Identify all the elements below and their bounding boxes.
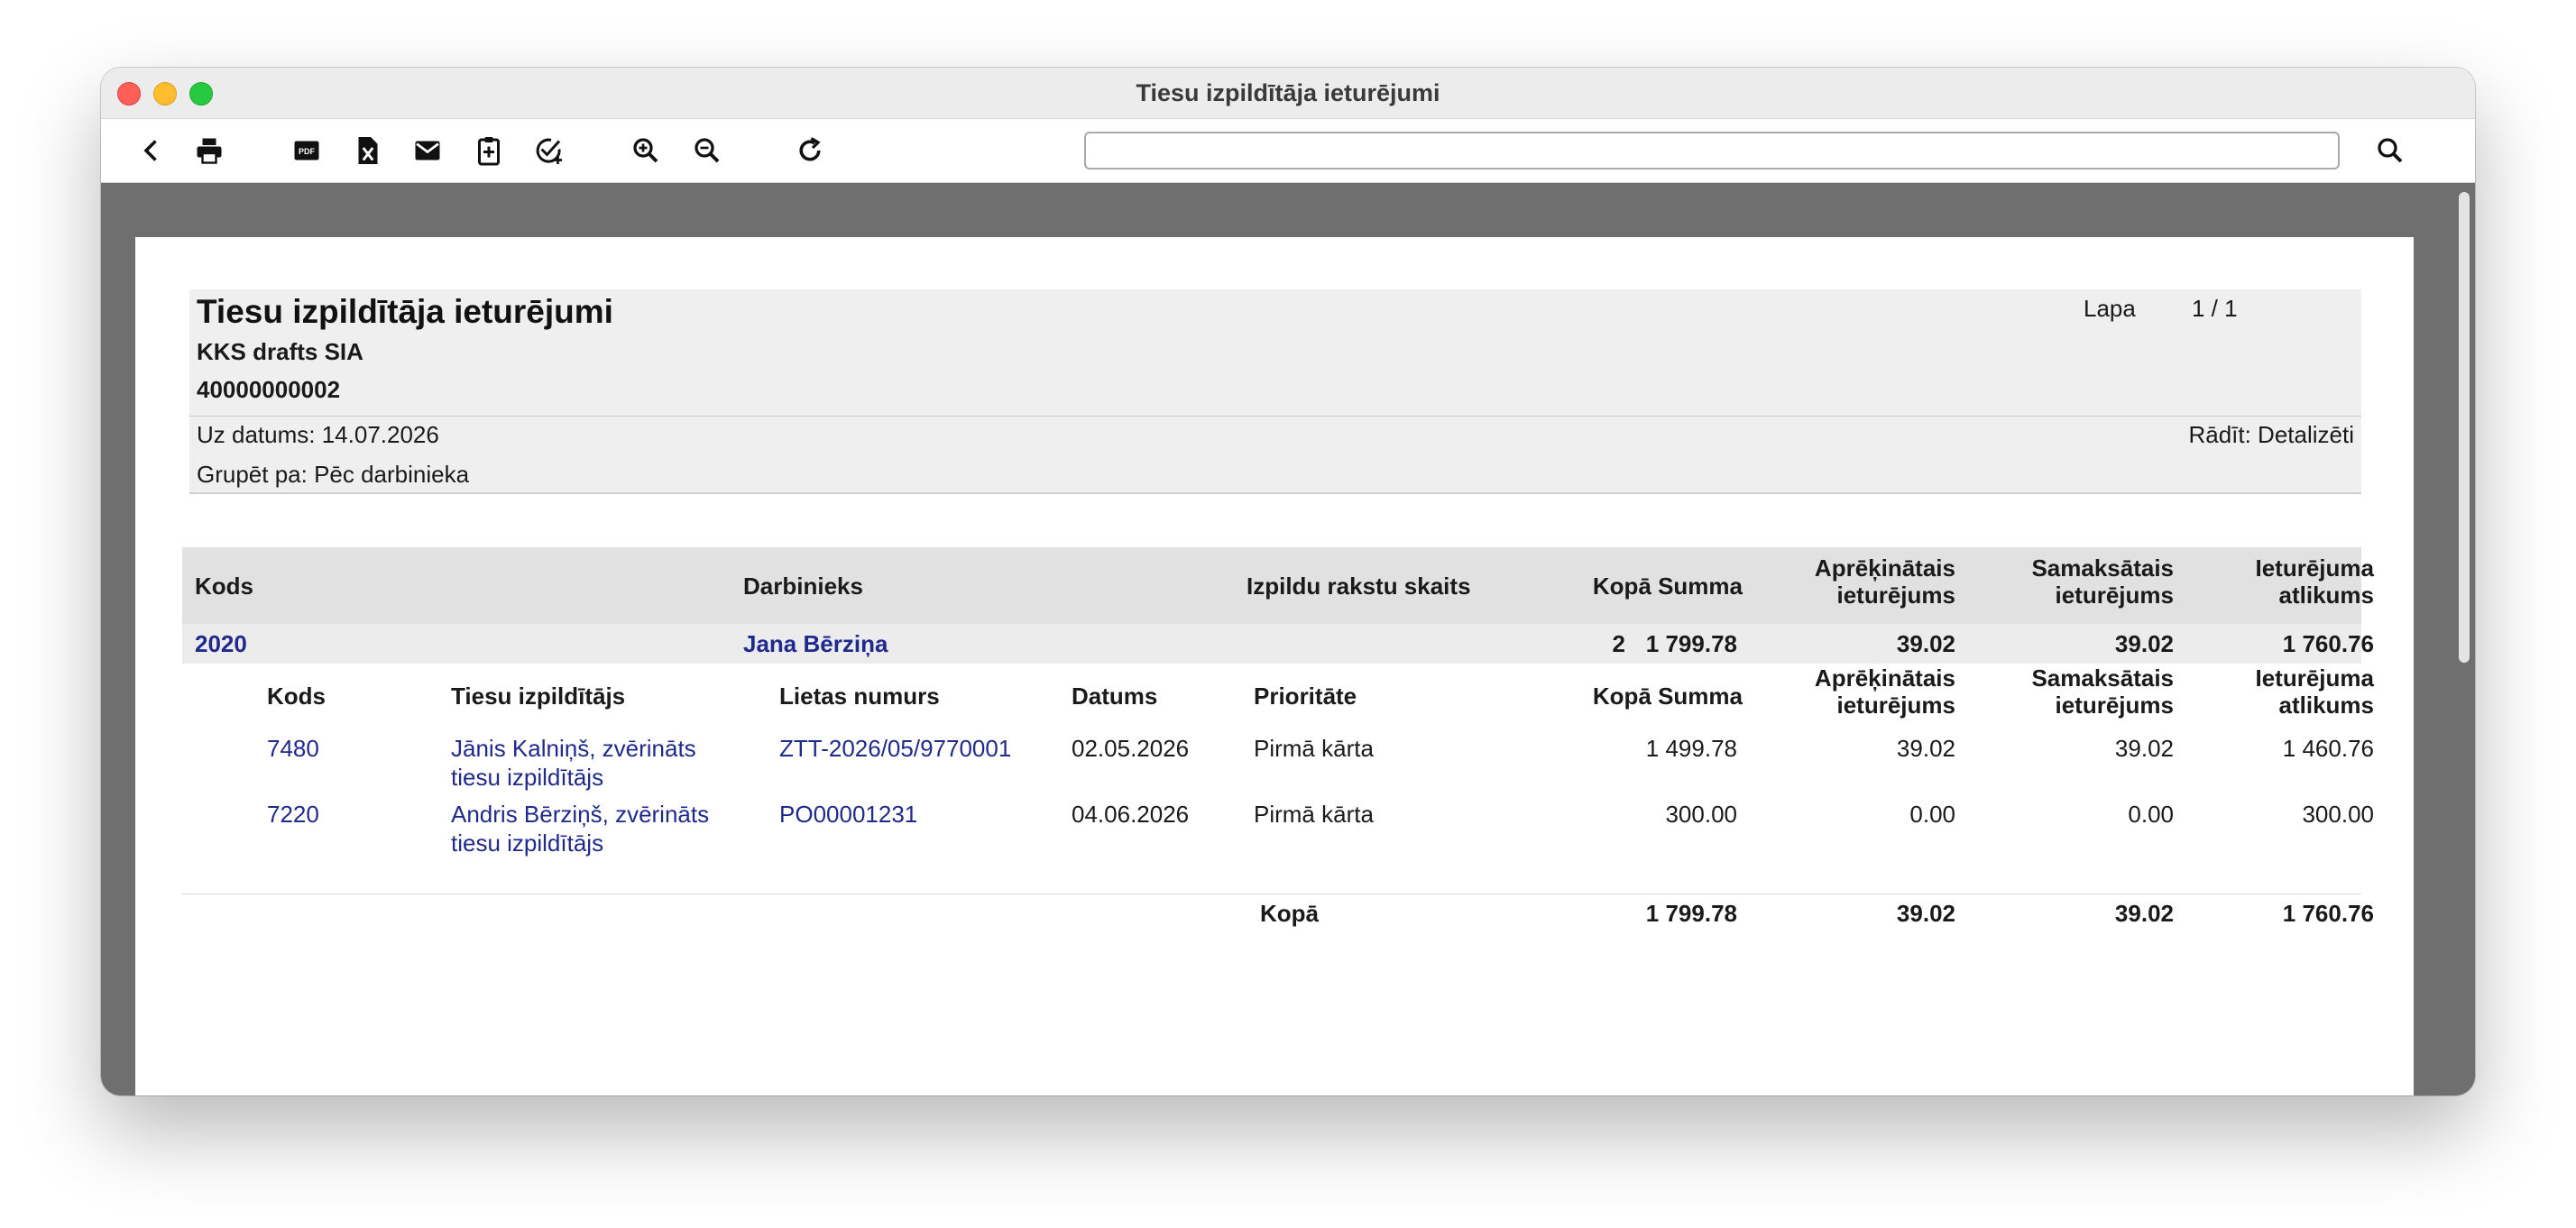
row-case-number[interactable]: ZTT-2026/05/9770001	[779, 735, 1011, 763]
row-priority: Pirmā kārta	[1254, 801, 1374, 828]
row-bailiff-line2[interactable]: tiesu izpildītājs	[451, 764, 603, 792]
col-balance-line1: Ieturējuma	[2255, 554, 2375, 582]
totals-paid: 39.02	[2114, 900, 2174, 927]
row-balance: 1 460.76	[2282, 735, 2374, 762]
report-title: Tiesu izpildītāja ieturējumi	[197, 293, 613, 330]
row-priority: Pirmā kārta	[1254, 735, 1374, 762]
scrollbar-thumb[interactable]	[2459, 192, 2470, 663]
row-paid: 39.02	[2114, 735, 2174, 762]
report-header: Tiesu izpildītāja ieturējumi KKS drafts …	[189, 289, 2361, 492]
search-input[interactable]	[1084, 132, 2340, 170]
group-calculated: 39.02	[1896, 630, 1955, 657]
group-employee-code[interactable]: 2020	[195, 630, 247, 658]
group-total: 1 799.78	[1645, 630, 1737, 657]
row-code[interactable]: 7480	[267, 735, 319, 763]
detail-col-total: Kopā Summa	[1592, 683, 1743, 710]
approve-icon[interactable]	[530, 133, 566, 169]
detail-col-paid-line2: ieturējums	[2055, 692, 2175, 719]
col-calculated-line1: Aprēķinātais	[1814, 554, 1955, 582]
row-balance: 300.00	[2302, 801, 2374, 828]
row-calculated: 39.02	[1896, 735, 1955, 762]
detail-col-bailiff: Tiesu izpildītājs	[451, 683, 626, 710]
col-writs-count: Izpildu rakstu skaits	[1247, 573, 1471, 600]
detail-col-balance-line1: Ieturējuma	[2255, 664, 2375, 692]
detail-col-calculated-line1: Aprēķinātais	[1814, 664, 1955, 692]
header-divider	[189, 416, 2361, 417]
totals-label: Kopā	[1260, 900, 1319, 927]
row-bailiff-line2[interactable]: tiesu izpildītājs	[451, 829, 603, 857]
col-calculated-line2: ieturējums	[1836, 582, 1956, 609]
col-balance-line2: atlikums	[2278, 582, 2375, 609]
row-bailiff-line1[interactable]: Jānis Kalniņš, zvērināts	[451, 735, 696, 763]
vertical-scrollbar[interactable]	[2452, 183, 2475, 1095]
col-total: Kopā Summa	[1592, 573, 1743, 600]
detail-col-code: Kods	[267, 683, 326, 710]
excel-icon[interactable]	[350, 133, 386, 169]
search-icon[interactable]	[2372, 133, 2408, 169]
group-employee-name[interactable]: Jana Bērziņa	[743, 630, 888, 658]
row-total: 300.00	[1665, 801, 1737, 828]
toolbar: PDF	[101, 119, 2475, 183]
back-icon[interactable]	[133, 133, 170, 169]
title-bar: Tiesu izpildītāja ieturējumi	[101, 68, 2475, 119]
report-viewer[interactable]: Tiesu izpildītāja ieturējumi KKS drafts …	[101, 183, 2475, 1095]
header-bottom-divider	[189, 492, 2361, 494]
report-page: Tiesu izpildītāja ieturējumi KKS drafts …	[135, 237, 2414, 1095]
window-title: Tiesu izpildītāja ieturējumi	[1136, 79, 1440, 106]
report-detail-level: Rādīt: Detalizēti	[2188, 421, 2354, 448]
col-code: Kods	[195, 573, 253, 600]
row-calculated: 0.00	[1909, 801, 1955, 828]
row-bailiff-line1[interactable]: Andris Bērziņš, zvērināts	[451, 801, 709, 829]
totals-total: 1 799.78	[1645, 900, 1737, 927]
detail-col-calculated-line2: ieturējums	[1836, 692, 1956, 719]
detail-col-case-number: Lietas numurs	[779, 683, 940, 710]
group-balance: 1 760.76	[2282, 630, 2374, 657]
clipboard-icon[interactable]	[471, 133, 507, 169]
mail-icon[interactable]	[409, 133, 446, 169]
col-paid-line1: Samaksātais	[2031, 554, 2174, 582]
totals-calculated: 39.02	[1896, 900, 1955, 927]
detail-col-balance-line2: atlikums	[2278, 692, 2375, 719]
detail-col-date: Datums	[1072, 683, 1158, 710]
page-label: Lapa	[2084, 295, 2136, 322]
zoom-in-icon[interactable]	[628, 133, 664, 169]
company-name: KKS drafts SIA	[197, 338, 363, 365]
refresh-icon[interactable]	[792, 133, 828, 169]
row-date: 04.06.2026	[1072, 801, 1190, 828]
report-group-by: Grupēt pa: Pēc darbinieka	[197, 461, 470, 488]
company-reg-number: 40000000002	[197, 376, 341, 403]
row-case-number[interactable]: PO00001231	[779, 801, 917, 829]
row-paid: 0.00	[2128, 801, 2174, 828]
group-paid: 39.02	[2114, 630, 2174, 657]
report-date: Uz datums: 14.07.2026	[197, 421, 439, 448]
print-icon[interactable]	[191, 133, 227, 169]
svg-text:PDF: PDF	[299, 147, 316, 156]
row-total: 1 499.78	[1645, 735, 1737, 762]
totals-balance: 1 760.76	[2282, 900, 2374, 927]
detail-col-priority: Prioritāte	[1254, 683, 1357, 710]
detail-col-paid-line1: Samaksātais	[2031, 664, 2174, 692]
report-window: Tiesu izpildītāja ieturējumi PDF Tiesu i…	[101, 68, 2475, 1095]
zoom-out-icon[interactable]	[689, 133, 725, 169]
page-number: 1 / 1	[2192, 295, 2238, 322]
row-code[interactable]: 7220	[267, 801, 319, 829]
row-date: 02.05.2026	[1072, 735, 1190, 762]
col-paid-line2: ieturējums	[2055, 582, 2175, 609]
col-employee: Darbinieks	[743, 573, 863, 600]
pdf-icon[interactable]: PDF	[289, 133, 325, 169]
